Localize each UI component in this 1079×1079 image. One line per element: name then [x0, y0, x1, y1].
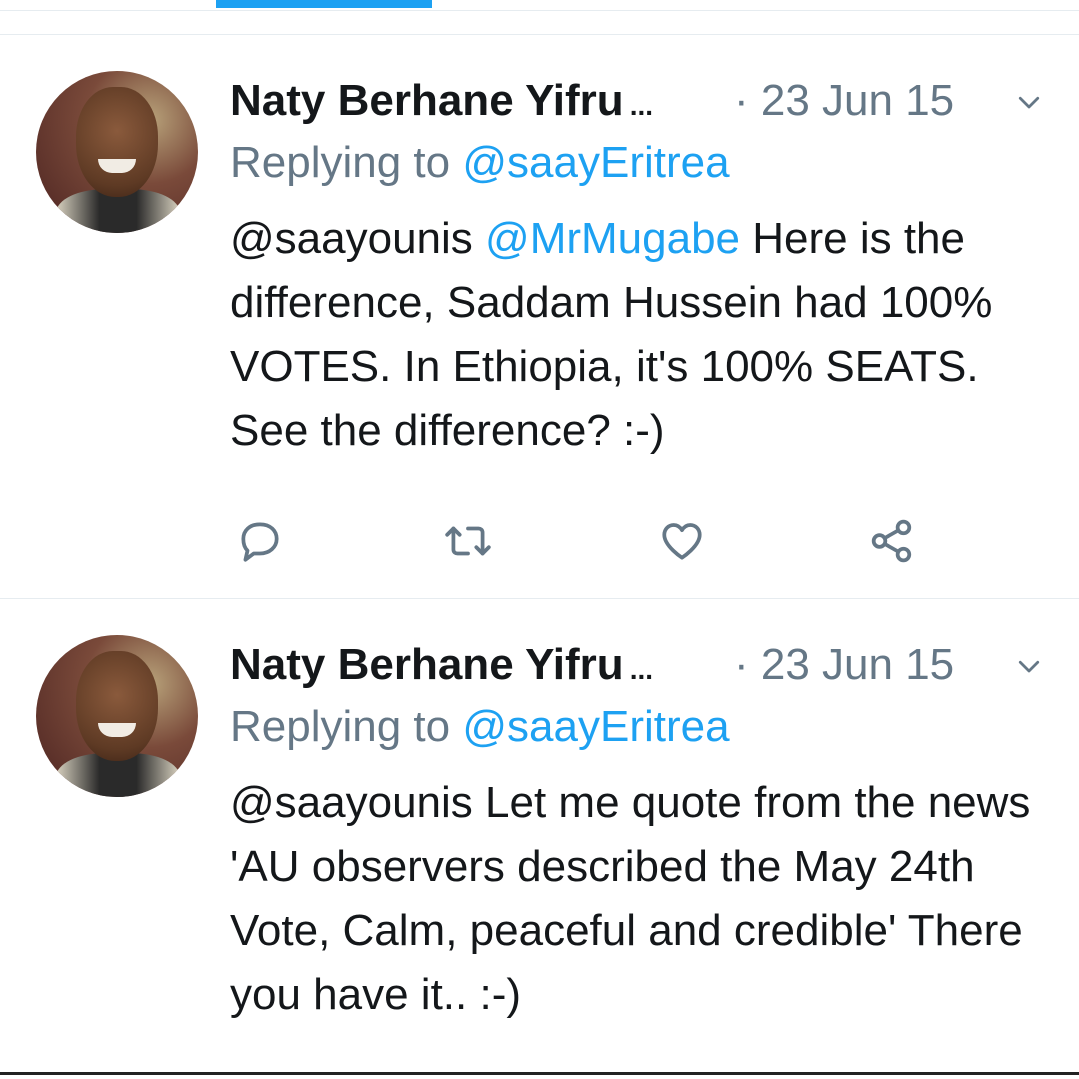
- chevron-down-icon[interactable]: [1014, 651, 1044, 681]
- name-ellipsis: ...: [629, 654, 654, 685]
- active-tab-indicator[interactable]: [216, 0, 432, 8]
- replying-prefix: Replying to: [230, 138, 463, 187]
- tweet-date[interactable]: · 23 Jun 15: [734, 635, 954, 695]
- mention-saayounis[interactable]: @saayounis: [230, 778, 473, 827]
- reply-icon: [241, 522, 279, 562]
- replying-to-link[interactable]: @saayEritrea: [462, 702, 729, 751]
- tweet-date[interactable]: · 23 Jun 15: [734, 71, 954, 131]
- reply-button[interactable]: [230, 511, 290, 571]
- retweet-button[interactable]: [438, 511, 498, 571]
- like-button[interactable]: [652, 511, 712, 571]
- tweet-text: @saayounis @MrMugabe Here is the differe…: [230, 207, 1050, 463]
- tweet[interactable]: Naty Berhane Yifru... · 23 Jun 15 Replyi…: [0, 598, 1079, 1079]
- avatar-face: [76, 651, 158, 761]
- tab-bar: [0, 0, 1079, 11]
- retweet-icon: [445, 526, 491, 556]
- tweet-header: Naty Berhane Yifru... · 23 Jun 15: [230, 635, 1050, 695]
- tweet[interactable]: Naty Berhane Yifru... · 23 Jun 15 Replyi…: [0, 34, 1079, 599]
- author-name[interactable]: Naty Berhane Yifru: [230, 76, 624, 125]
- avatar[interactable]: [36, 71, 198, 233]
- avatar-face: [76, 87, 158, 197]
- avatar[interactable]: [36, 635, 198, 797]
- tweet-header: Naty Berhane Yifru... · 23 Jun 15: [230, 71, 1050, 131]
- like-icon: [662, 523, 702, 560]
- share-icon: [871, 519, 912, 563]
- name-ellipsis: ...: [629, 90, 654, 121]
- replying-prefix: Replying to: [230, 702, 463, 751]
- mention-saayounis[interactable]: @saayounis: [230, 214, 473, 263]
- replying-to-link[interactable]: @saayEritrea: [462, 138, 729, 187]
- replying-to: Replying to @saayEritrea: [230, 699, 730, 755]
- author-name[interactable]: Naty Berhane Yifru: [230, 640, 624, 689]
- tweet-actions: [230, 511, 950, 571]
- mention-mrmugabe[interactable]: @MrMugabe: [485, 214, 740, 263]
- chevron-down-icon[interactable]: [1014, 87, 1044, 117]
- share-button[interactable]: [862, 511, 922, 571]
- tweet-text: @saayounis Let me quote from the news 'A…: [230, 771, 1050, 1027]
- replying-to: Replying to @saayEritrea: [230, 135, 730, 191]
